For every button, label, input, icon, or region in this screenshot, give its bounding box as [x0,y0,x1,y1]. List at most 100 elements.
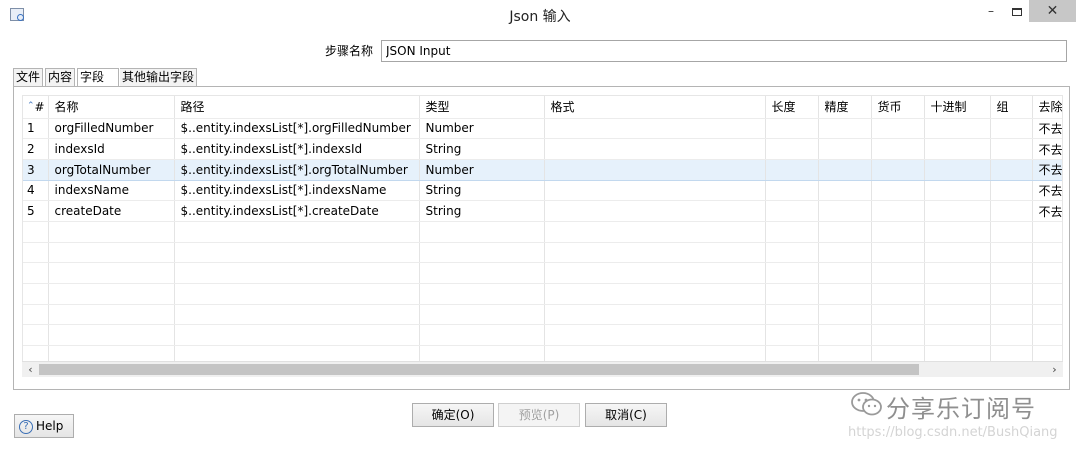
maximize-button[interactable] [1003,0,1031,22]
format-cell[interactable] [544,200,766,222]
table-row[interactable]: 5 createDate $..entity.indexsList[*].creat… [23,200,1062,222]
column-header-index[interactable]: ⌃# [23,96,49,119]
cancel-button[interactable]: 取消(C) [585,403,667,427]
path-cell[interactable]: $..entity.indexsList[*].orgTotalNumber [174,158,420,181]
trim-cell[interactable]: 不去 [1032,118,1062,140]
help-button[interactable]: ? Help [14,414,74,438]
precision-cell[interactable] [818,118,872,140]
column-header-decimal[interactable]: 十进制 [924,96,991,119]
decimal-cell[interactable] [924,158,991,181]
type-cell[interactable]: String [419,138,545,160]
currency-cell[interactable] [871,200,925,222]
column-header-path[interactable]: 路径 [174,96,420,119]
tab-file[interactable]: 文件 [13,68,44,86]
empty-cell [48,262,175,284]
decimal-cell[interactable] [924,138,991,160]
empty-cell [544,304,766,326]
format-cell[interactable] [544,118,766,140]
column-header-group[interactable]: 组 [990,96,1033,119]
format-cell[interactable] [544,158,766,181]
currency-cell[interactable] [871,158,925,181]
tab-fields[interactable]: 字段 [77,68,119,87]
length-cell[interactable] [765,138,819,160]
preview-button[interactable]: 预览(P) [498,403,580,427]
table-row[interactable]: 1 orgFilledNumber $..entity.indexsList[*].… [23,118,1062,140]
length-cell[interactable] [765,158,819,181]
scrollbar-thumb[interactable] [39,364,919,375]
column-header-length[interactable]: 长度 [765,96,819,119]
column-header-format[interactable]: 格式 [544,96,766,119]
group-cell[interactable] [990,180,1033,202]
empty-cell [544,242,766,264]
length-cell[interactable] [765,180,819,202]
empty-cell [765,324,819,347]
trim-cell[interactable]: 不去 [1032,158,1062,181]
empty-cell [174,304,420,326]
name-cell[interactable]: orgFilledNumber [48,118,175,140]
name-cell[interactable]: createDate [48,200,175,222]
empty-cell [818,304,872,326]
table-row[interactable]: 4 indexsName $..entity.indexsList[*].index… [23,180,1062,202]
group-cell[interactable] [990,138,1033,160]
path-cell[interactable]: $..entity.indexsList[*].orgFilledNumber [174,118,420,140]
type-cell[interactable]: Number [419,158,545,181]
group-cell[interactable] [990,200,1033,222]
precision-cell[interactable] [818,180,872,202]
column-header-currency[interactable]: 货币 [871,96,925,119]
trim-cell[interactable]: 不去 [1032,200,1062,222]
format-cell[interactable] [544,180,766,202]
row-index-cell[interactable]: 5 [23,200,49,222]
currency-cell[interactable] [871,118,925,140]
empty-cell [1032,304,1062,326]
group-cell[interactable] [990,118,1033,140]
precision-cell[interactable] [818,158,872,181]
scroll-left-icon[interactable]: ‹ [22,362,39,378]
name-cell[interactable]: indexsName [48,180,175,202]
empty-cell [765,283,819,305]
path-cell[interactable]: $..entity.indexsList[*].indexsName [174,180,420,202]
row-index-cell[interactable]: 2 [23,138,49,160]
tab-content[interactable]: 内容 [45,68,76,86]
row-index-cell[interactable]: 3 [23,158,49,181]
length-cell[interactable] [765,200,819,222]
decimal-cell[interactable] [924,118,991,140]
minimize-button[interactable]: – [977,0,1005,22]
row-index-cell[interactable]: 4 [23,180,49,202]
group-cell[interactable] [990,158,1033,181]
empty-cell [48,221,175,243]
trim-cell[interactable]: 不去 [1032,180,1062,202]
trim-cell[interactable]: 不去 [1032,138,1062,160]
decimal-cell[interactable] [924,180,991,202]
table-row[interactable]: 2 indexsId $..entity.indexsList[*].indexsI… [23,138,1062,160]
sort-icon: ⌃ [27,100,35,111]
column-header-precision[interactable]: 精度 [818,96,872,119]
decimal-cell[interactable] [924,200,991,222]
column-header-name[interactable]: 名称 [48,96,175,119]
empty-cell [765,242,819,264]
ok-button[interactable]: 确定(O) [412,403,494,427]
column-header-trim[interactable]: 去除 [1032,96,1062,119]
type-cell[interactable]: String [419,180,545,202]
tab-other-output-fields[interactable]: 其他输出字段 [120,68,198,86]
path-cell[interactable]: $..entity.indexsList[*].createDate [174,200,420,222]
precision-cell[interactable] [818,138,872,160]
currency-cell[interactable] [871,138,925,160]
length-cell[interactable] [765,118,819,140]
column-header-type[interactable]: 类型 [419,96,545,119]
table-row[interactable]: 3 orgTotalNumber $..entity.indexsList[*].o… [23,158,1062,181]
type-cell[interactable]: String [419,200,545,222]
type-cell[interactable]: Number [419,118,545,140]
step-name-input[interactable] [381,40,1067,62]
row-index-cell[interactable]: 1 [23,118,49,140]
format-cell[interactable] [544,138,766,160]
window-title: Json 输入 [509,9,571,25]
name-cell[interactable]: indexsId [48,138,175,160]
precision-cell[interactable] [818,200,872,222]
name-cell[interactable]: orgTotalNumber [48,158,175,181]
horizontal-scrollbar[interactable]: ‹ › [22,361,1063,377]
currency-cell[interactable] [871,180,925,202]
fields-table: ⌃# 名称 路径 类型 格式 长度 精度 货币 十进制 组 去除 1 orgFil… [22,95,1063,369]
path-cell[interactable]: $..entity.indexsList[*].indexsId [174,138,420,160]
close-button[interactable]: ✕ [1029,0,1076,22]
scroll-right-icon[interactable]: › [1046,362,1063,378]
